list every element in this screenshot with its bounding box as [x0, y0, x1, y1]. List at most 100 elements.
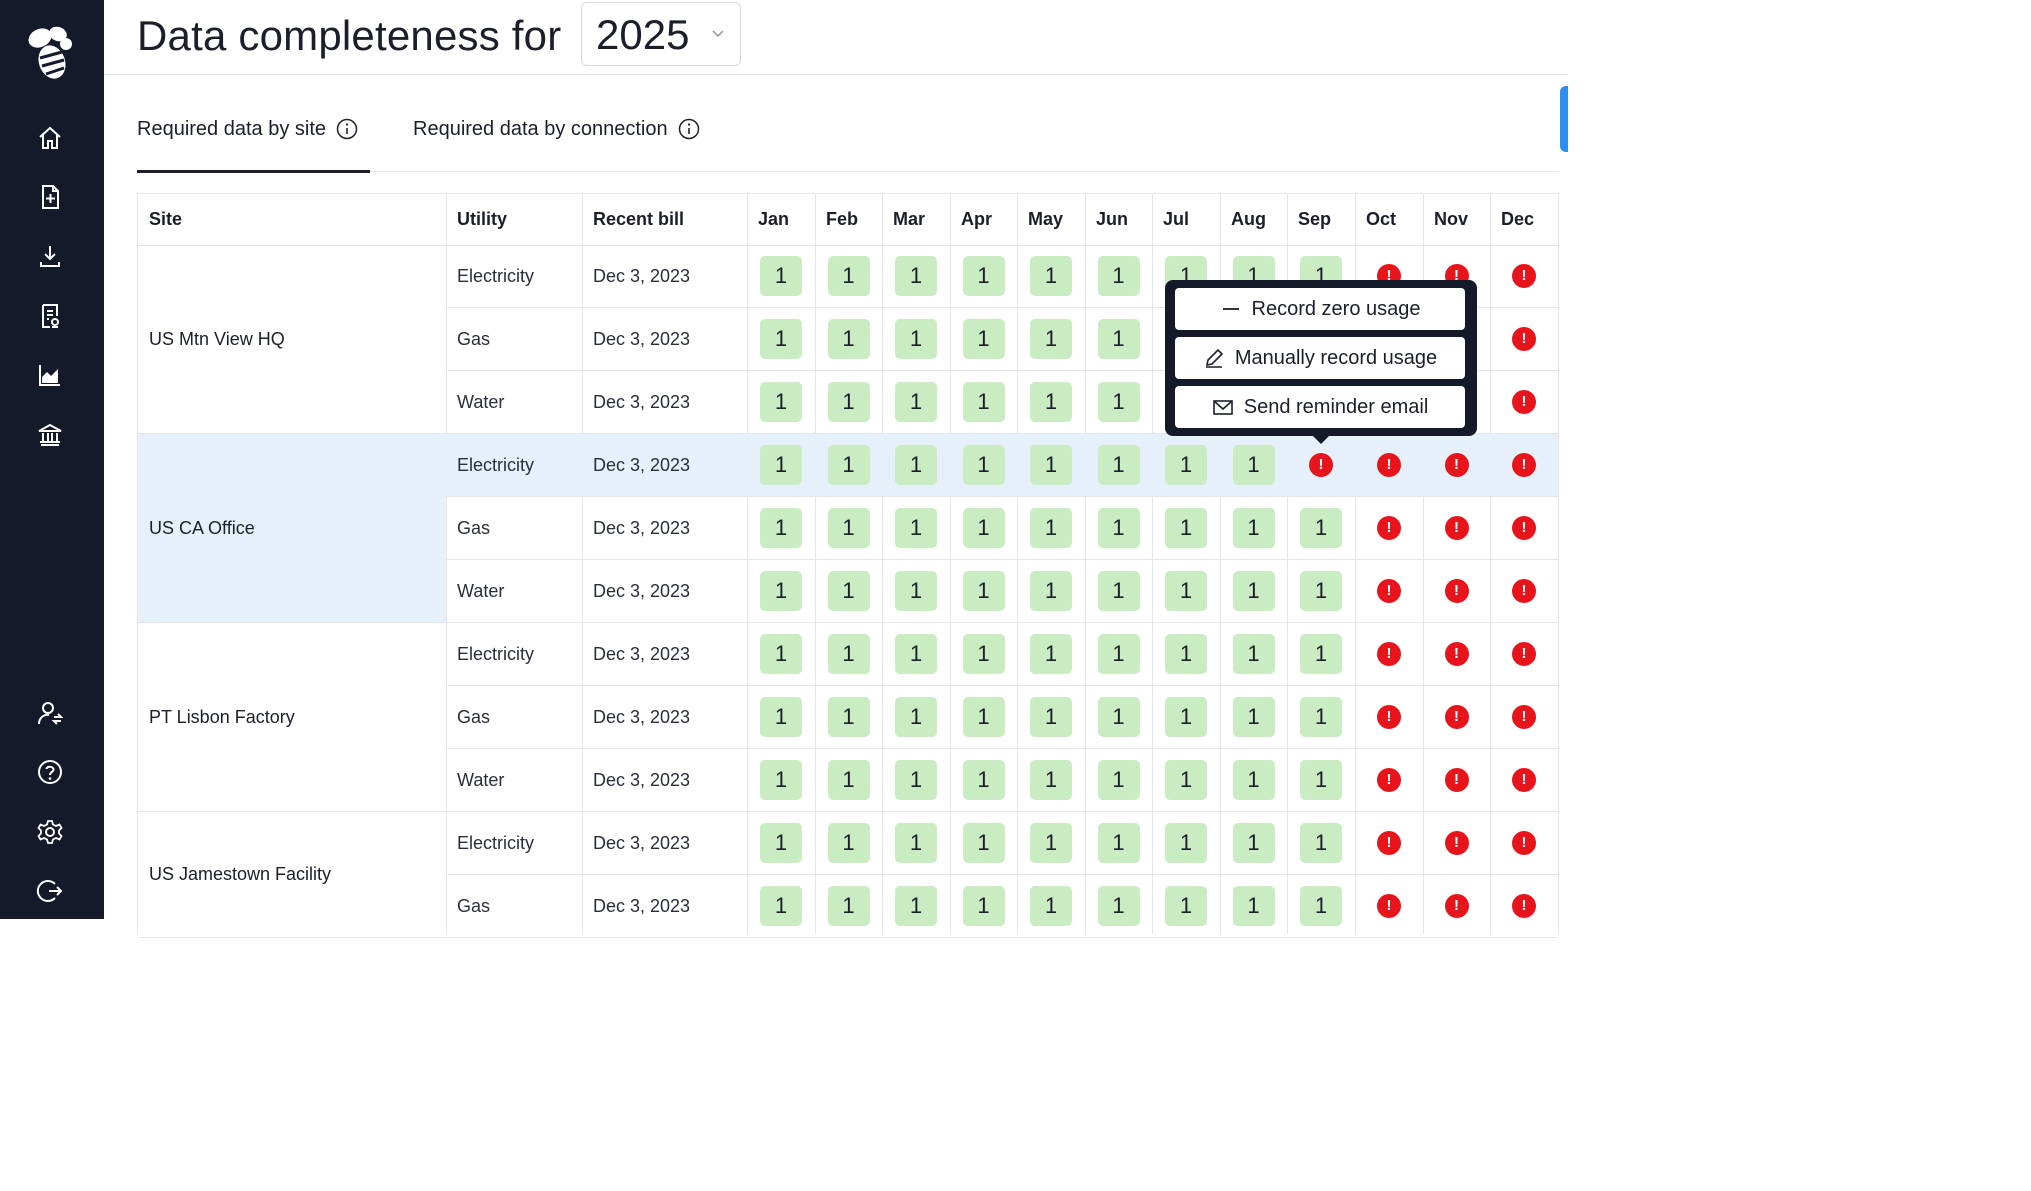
logout-icon[interactable]: [36, 877, 64, 905]
missing-data-alert-icon[interactable]: !: [1512, 516, 1536, 540]
missing-data-alert-icon[interactable]: !: [1444, 642, 1469, 666]
bank-icon[interactable]: [36, 421, 64, 449]
missing-data-alert-icon[interactable]: !: [1444, 831, 1469, 855]
month-complete-badge[interactable]: 1: [962, 256, 1005, 296]
month-complete-badge[interactable]: 1: [1097, 760, 1140, 800]
month-complete-badge[interactable]: 1: [1165, 697, 1207, 737]
add-document-icon[interactable]: [36, 183, 64, 211]
month-complete-badge[interactable]: 1: [962, 508, 1005, 548]
month-complete-badge[interactable]: 1: [962, 697, 1005, 737]
month-complete-badge[interactable]: 1: [895, 256, 937, 296]
month-complete-badge[interactable]: 1: [760, 823, 802, 863]
info-icon[interactable]: [336, 118, 358, 140]
missing-data-alert-icon[interactable]: !: [1512, 390, 1536, 414]
month-complete-badge[interactable]: 1: [1232, 445, 1275, 485]
tab-required-data-by-site[interactable]: Required data by site: [137, 118, 370, 173]
missing-data-alert-icon[interactable]: !: [1309, 453, 1333, 477]
month-complete-badge[interactable]: 1: [1030, 508, 1072, 548]
month-complete-badge[interactable]: 1: [760, 445, 802, 485]
month-complete-badge[interactable]: 1: [1030, 823, 1072, 863]
missing-data-alert-icon[interactable]: !: [1444, 453, 1469, 477]
manually-record-usage-button[interactable]: Manually record usage: [1175, 337, 1465, 379]
month-complete-badge[interactable]: 1: [827, 508, 870, 548]
month-complete-badge[interactable]: 1: [827, 634, 870, 674]
missing-data-alert-icon[interactable]: !: [1444, 579, 1469, 603]
month-complete-badge[interactable]: 1: [760, 508, 802, 548]
missing-data-alert-icon[interactable]: !: [1377, 831, 1401, 855]
bee-logo-icon[interactable]: [22, 22, 78, 82]
missing-data-alert-icon[interactable]: !: [1512, 894, 1536, 918]
month-complete-badge[interactable]: 1: [895, 823, 937, 863]
month-complete-badge[interactable]: 1: [1030, 256, 1072, 296]
missing-data-alert-icon[interactable]: !: [1377, 705, 1401, 729]
year-select[interactable]: 2025: [581, 2, 741, 66]
missing-data-alert-icon[interactable]: !: [1377, 642, 1401, 666]
month-complete-badge[interactable]: 1: [1030, 382, 1072, 422]
missing-data-alert-icon[interactable]: !: [1512, 327, 1536, 351]
month-complete-badge[interactable]: 1: [1097, 445, 1140, 485]
month-complete-badge[interactable]: 1: [962, 382, 1005, 422]
info-icon[interactable]: [678, 118, 700, 140]
record-zero-usage-button[interactable]: Record zero usage: [1175, 288, 1465, 330]
missing-data-alert-icon[interactable]: !: [1444, 516, 1469, 540]
month-complete-badge[interactable]: 1: [1165, 823, 1207, 863]
month-complete-badge[interactable]: 1: [827, 571, 870, 611]
month-complete-badge[interactable]: 1: [895, 571, 937, 611]
month-complete-badge[interactable]: 1: [1030, 886, 1072, 926]
month-complete-badge[interactable]: 1: [962, 445, 1005, 485]
month-complete-badge[interactable]: 1: [760, 571, 802, 611]
chart-icon[interactable]: [36, 361, 64, 389]
scroll-indicator[interactable]: [1560, 86, 1568, 152]
missing-data-alert-icon[interactable]: !: [1377, 579, 1401, 603]
month-complete-badge[interactable]: 1: [1165, 445, 1207, 485]
missing-data-alert-icon[interactable]: !: [1377, 516, 1401, 540]
download-icon[interactable]: [36, 242, 64, 270]
month-complete-badge[interactable]: 1: [1232, 571, 1275, 611]
month-complete-badge[interactable]: 1: [1232, 886, 1275, 926]
month-complete-badge[interactable]: 1: [1030, 760, 1072, 800]
month-complete-badge[interactable]: 1: [895, 760, 937, 800]
month-complete-badge[interactable]: 1: [827, 823, 870, 863]
month-complete-badge[interactable]: 1: [827, 886, 870, 926]
month-complete-badge[interactable]: 1: [1097, 823, 1140, 863]
missing-data-alert-icon[interactable]: !: [1512, 453, 1536, 477]
missing-data-alert-icon[interactable]: !: [1512, 642, 1536, 666]
month-complete-badge[interactable]: 1: [1232, 508, 1275, 548]
month-complete-badge[interactable]: 1: [760, 886, 802, 926]
month-complete-badge[interactable]: 1: [1030, 319, 1072, 359]
month-complete-badge[interactable]: 1: [1232, 634, 1275, 674]
home-icon[interactable]: [36, 124, 64, 152]
month-complete-badge[interactable]: 1: [1030, 634, 1072, 674]
month-complete-badge[interactable]: 1: [1097, 697, 1140, 737]
month-complete-badge[interactable]: 1: [1097, 634, 1140, 674]
month-complete-badge[interactable]: 1: [1300, 823, 1342, 863]
month-complete-badge[interactable]: 1: [827, 445, 870, 485]
month-complete-badge[interactable]: 1: [962, 886, 1005, 926]
month-complete-badge[interactable]: 1: [962, 319, 1005, 359]
month-complete-badge[interactable]: 1: [895, 697, 937, 737]
missing-data-alert-icon[interactable]: !: [1512, 831, 1536, 855]
month-complete-badge[interactable]: 1: [827, 382, 870, 422]
month-complete-badge[interactable]: 1: [1097, 508, 1140, 548]
month-complete-badge[interactable]: 1: [962, 823, 1005, 863]
month-complete-badge[interactable]: 1: [827, 319, 870, 359]
month-complete-badge[interactable]: 1: [1165, 571, 1207, 611]
month-complete-badge[interactable]: 1: [962, 571, 1005, 611]
month-complete-badge[interactable]: 1: [1165, 760, 1207, 800]
missing-data-alert-icon[interactable]: !: [1512, 579, 1536, 603]
month-complete-badge[interactable]: 1: [1097, 256, 1140, 296]
month-complete-badge[interactable]: 1: [760, 256, 802, 296]
missing-data-alert-icon[interactable]: !: [1377, 768, 1401, 792]
missing-data-alert-icon[interactable]: !: [1377, 453, 1401, 477]
tab-required-data-by-connection[interactable]: Required data by connection: [413, 118, 723, 170]
month-complete-badge[interactable]: 1: [1165, 508, 1207, 548]
month-complete-badge[interactable]: 1: [1300, 697, 1342, 737]
missing-data-alert-icon[interactable]: !: [1512, 705, 1536, 729]
month-complete-badge[interactable]: 1: [1030, 697, 1072, 737]
month-complete-badge[interactable]: 1: [895, 445, 937, 485]
month-complete-badge[interactable]: 1: [1165, 886, 1207, 926]
month-complete-badge[interactable]: 1: [827, 256, 870, 296]
month-complete-badge[interactable]: 1: [895, 508, 937, 548]
missing-data-alert-icon[interactable]: !: [1377, 894, 1401, 918]
month-complete-badge[interactable]: 1: [1300, 508, 1342, 548]
